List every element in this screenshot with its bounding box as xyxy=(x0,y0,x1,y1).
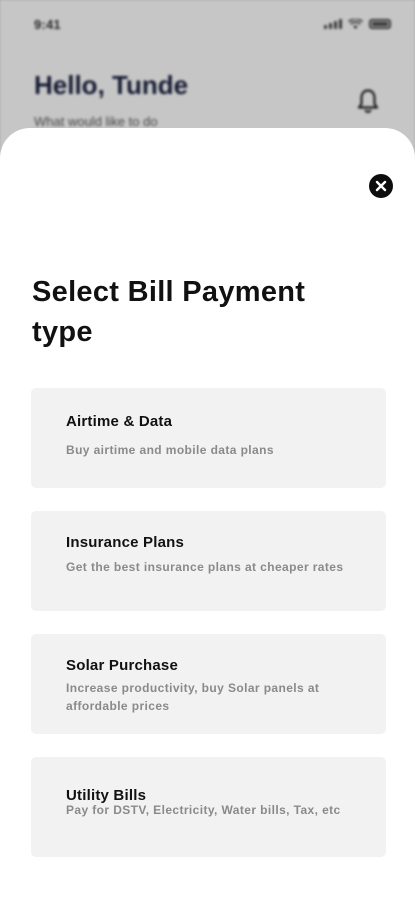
sheet-title: Select Bill Payment type xyxy=(32,276,306,348)
option-solar-purchase[interactable]: Solar Purchase Increase productivity, bu… xyxy=(31,634,386,734)
option-utility-bills[interactable]: Utility Bills Pay for DSTV, Electricity,… xyxy=(31,757,386,857)
option-description: Get the best insurance plans at cheaper … xyxy=(66,560,344,574)
option-description: Pay for DSTV, Electricity, Water bills, … xyxy=(66,803,341,817)
option-title: Insurance Plans xyxy=(66,534,185,551)
close-button[interactable] xyxy=(369,174,393,198)
option-description: Buy airtime and mobile data plans xyxy=(66,443,274,457)
close-icon xyxy=(375,180,387,192)
option-title: Solar Purchase xyxy=(66,657,179,674)
option-title: Airtime & Data xyxy=(66,413,173,430)
bill-payment-sheet: Select Bill Payment type Airtime & Data … xyxy=(0,128,415,900)
option-description: Increase productivity, buy Solar panels … xyxy=(66,681,320,713)
option-insurance-plans[interactable]: Insurance Plans Get the best insurance p… xyxy=(31,511,386,611)
option-airtime-data[interactable]: Airtime & Data Buy airtime and mobile da… xyxy=(31,388,386,488)
